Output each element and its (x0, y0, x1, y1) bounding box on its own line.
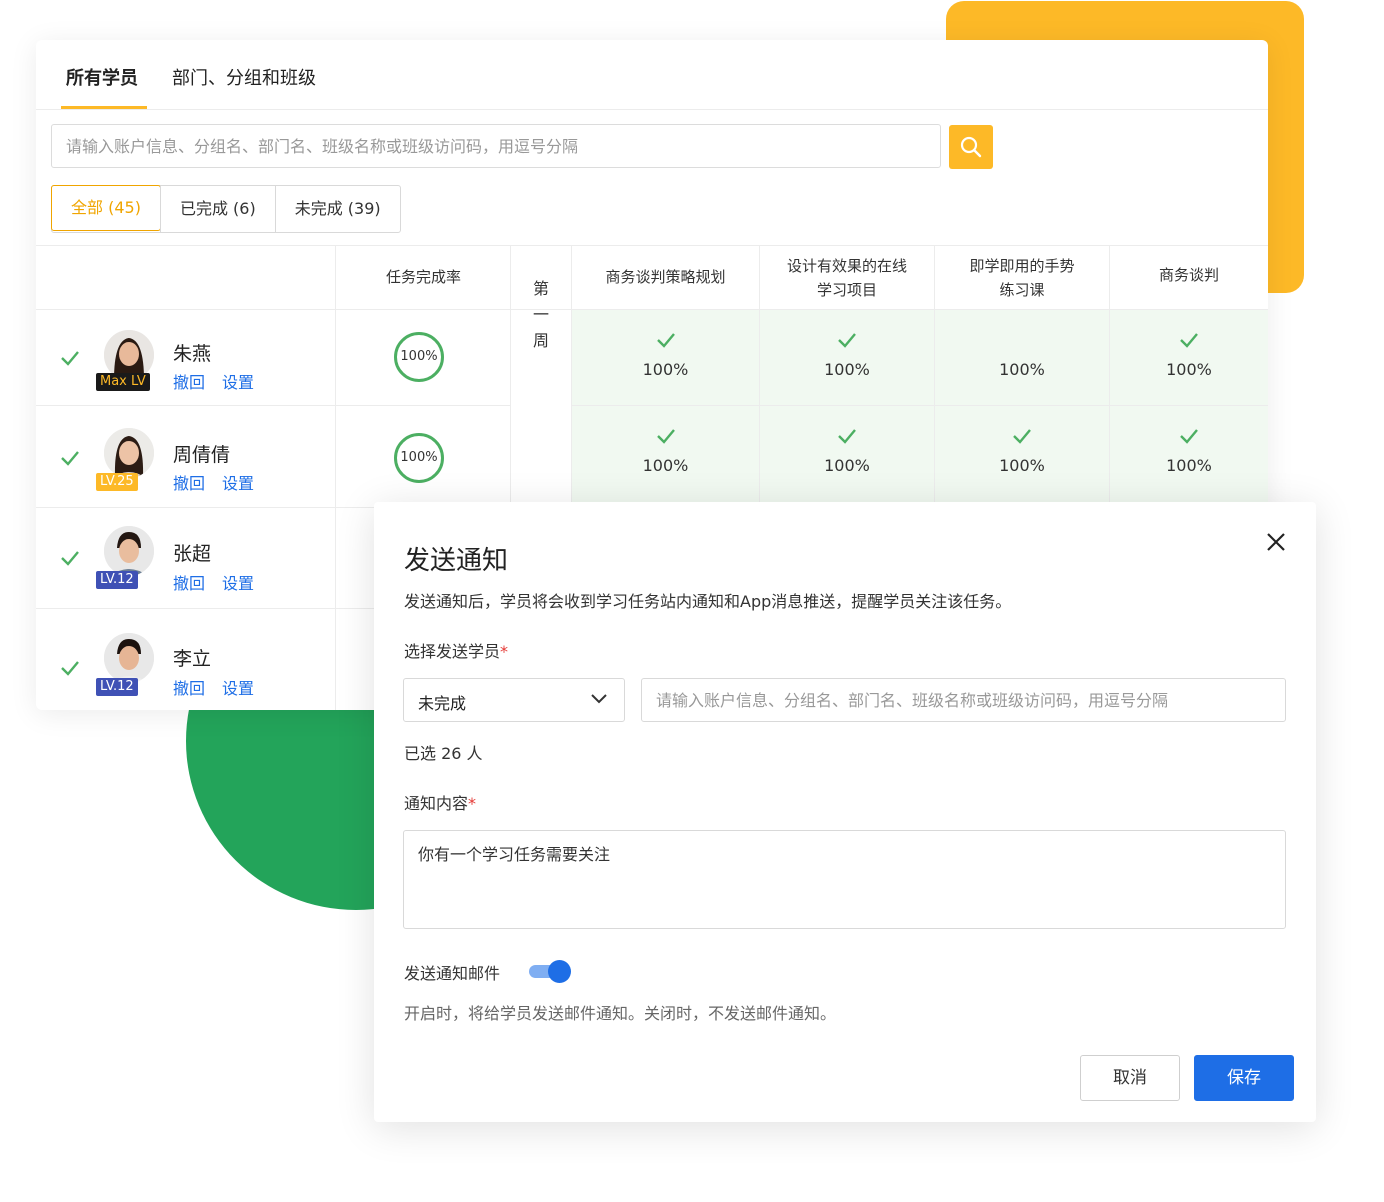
save-button[interactable]: 保存 (1194, 1055, 1294, 1101)
settings-link[interactable]: 设置 (222, 369, 254, 393)
completion-rate-value: 100% (400, 349, 438, 364)
progress-value: 100% (1166, 456, 1212, 475)
tab-all-students[interactable]: 所有学员 (66, 64, 138, 90)
completed-check-icon (61, 451, 79, 466)
level-badge-text: LV.12 (100, 572, 134, 587)
dialog-title: 发送通知 (404, 546, 509, 576)
student-name: 朱燕 (173, 343, 212, 365)
progress-value: 100% (642, 360, 689, 379)
email-toggle-hint: 开启时，将给学员发送邮件通知。关闭时，不发送邮件通知。 (404, 1004, 837, 1023)
completed-check-icon (61, 551, 79, 566)
completed-check-icon (838, 333, 856, 348)
cancel-button[interactable]: 取消 (1080, 1055, 1180, 1101)
course-header-1: 商务谈判策略规划 (605, 268, 726, 286)
completed-check-icon (61, 661, 79, 676)
completion-rate-ring: 100% (394, 433, 444, 483)
completed-check-icon (1013, 429, 1031, 444)
completed-check-icon (61, 351, 79, 366)
level-badge-text: Max LV (100, 374, 146, 389)
revoke-link[interactable]: 撤回 (173, 470, 205, 494)
search-button[interactable] (949, 125, 993, 169)
table-row: LV.25 周倩倩 撤回 设置 100% (36, 406, 511, 507)
required-mark: * (500, 642, 509, 661)
search-icon (960, 136, 982, 158)
level-badge-text: LV.12 (100, 679, 134, 694)
chevron-down-icon (591, 694, 607, 704)
student-name: 张超 (173, 543, 212, 565)
notification-content-textarea[interactable]: 你有一个学习任务需要关注 (403, 830, 1286, 929)
student-name: 李立 (173, 648, 212, 670)
week-label: 第 一 周 (532, 279, 549, 350)
toggle-knob (548, 960, 571, 983)
required-mark: * (468, 794, 477, 813)
progress-cell: 100% (935, 310, 1109, 405)
level-badge: LV.25 (96, 473, 138, 491)
recipient-status-select[interactable]: 未完成 (403, 678, 625, 722)
progress-value: 100% (1166, 360, 1212, 379)
content-label-text: 通知内容 (404, 794, 469, 813)
filter-completed[interactable]: 已完成 (6) (159, 186, 275, 232)
progress-cell: 100% (1110, 406, 1268, 507)
progress-cell: 100% (760, 406, 934, 507)
recipient-search-input[interactable] (641, 678, 1286, 722)
email-notification-toggle[interactable] (529, 960, 571, 983)
level-badge: Max LV (96, 373, 150, 391)
avatar (104, 428, 154, 478)
completion-rate-value: 100% (400, 450, 438, 465)
course-header-2: 设计有效果的在线 学习项目 (786, 257, 907, 299)
revoke-link[interactable]: 撤回 (173, 369, 205, 393)
progress-value: 100% (999, 456, 1045, 475)
avatar (104, 526, 154, 576)
tab-departments-groups-classes[interactable]: 部门、分组和班级 (172, 64, 316, 90)
level-badge: LV.12 (96, 571, 138, 589)
revoke-link[interactable]: 撤回 (173, 675, 205, 699)
completed-check-icon (656, 429, 675, 444)
progress-cell: 100% (572, 406, 759, 507)
avatar (104, 633, 154, 683)
course-header-3: 即学即用的手势 练习课 (969, 257, 1075, 299)
filter-all[interactable]: 全部 (45) (51, 185, 161, 231)
close-icon[interactable] (1264, 530, 1288, 554)
progress-cell: 100% (935, 406, 1109, 507)
recipients-label-text: 选择发送学员 (404, 642, 501, 661)
completed-check-icon (1180, 333, 1198, 348)
active-tab-indicator (61, 106, 147, 109)
email-toggle-label: 发送通知邮件 (404, 964, 501, 983)
progress-value: 100% (824, 360, 870, 379)
completion-rate-header: 任务完成率 (385, 268, 461, 286)
course-header-4: 商务谈判 (1158, 266, 1219, 284)
send-notification-dialog: 发送通知 发送通知后，学员将会收到学习任务站内通知和App消息推送，提醒学员关注… (374, 502, 1316, 1122)
progress-value: 100% (824, 456, 870, 475)
settings-link[interactable]: 设置 (222, 470, 254, 494)
recipients-label: 选择发送学员* (404, 638, 508, 662)
level-badge-text: LV.25 (100, 474, 134, 489)
completed-check-icon (838, 429, 856, 444)
content-label: 通知内容* (404, 790, 476, 814)
selected-count: 已选 26 人 (404, 744, 483, 763)
filter-incomplete[interactable]: 未完成 (39) (274, 186, 400, 232)
level-badge: LV.12 (96, 678, 138, 696)
student-name: 周倩倩 (173, 444, 231, 466)
settings-link[interactable]: 设置 (222, 675, 254, 699)
revoke-link[interactable]: 撤回 (173, 570, 205, 594)
progress-cell: 100% (760, 310, 934, 405)
student-search-input[interactable] (51, 124, 941, 168)
completed-check-icon (656, 333, 675, 348)
dialog-description: 发送通知后，学员将会收到学习任务站内通知和App消息推送，提醒学员关注该任务。 (404, 592, 1012, 611)
progress-value: 100% (642, 456, 689, 475)
progress-cell: 100% (572, 310, 759, 405)
progress-cell: 100% (1110, 310, 1268, 405)
status-filter-group: 全部 (45) 已完成 (6) 未完成 (39) (51, 185, 401, 233)
completed-check-icon (1180, 429, 1198, 444)
tab-bar: 所有学员 部门、分组和班级 (36, 40, 1268, 110)
select-value: 未完成 (418, 694, 467, 713)
settings-link[interactable]: 设置 (222, 570, 254, 594)
completion-rate-ring: 100% (394, 332, 444, 382)
table-row: Max LV 朱燕 撤回 设置 100% (36, 310, 511, 405)
progress-value: 100% (999, 360, 1045, 379)
